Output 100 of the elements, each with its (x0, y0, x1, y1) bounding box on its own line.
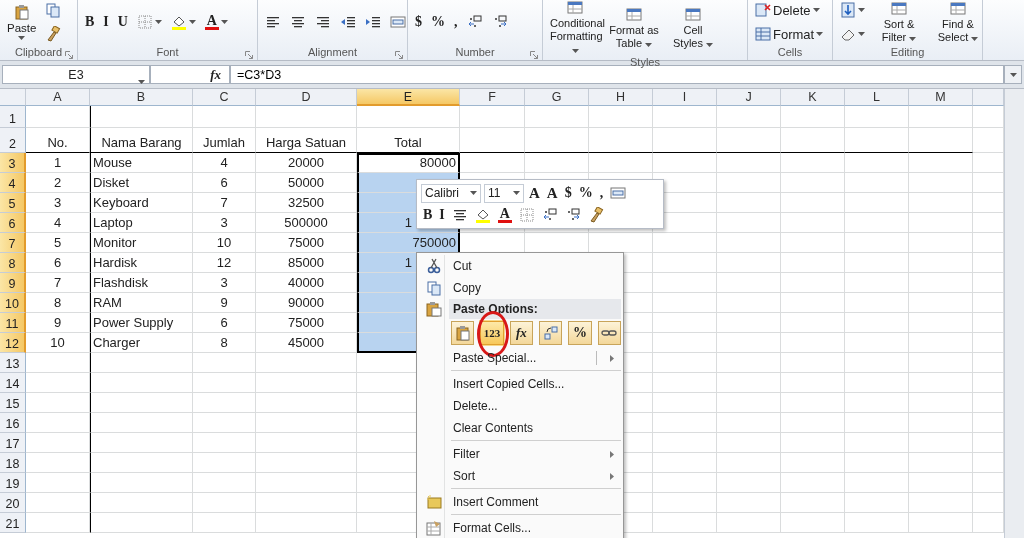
insert-function-button[interactable]: fx (210, 66, 221, 83)
column-header[interactable]: C (193, 89, 256, 106)
dialog-launcher-icon[interactable] (245, 51, 253, 59)
ribbon-button[interactable]: Sort & Filter (871, 0, 927, 44)
row-header[interactable]: 10 (0, 293, 26, 313)
row-header[interactable]: 13 (0, 353, 26, 373)
row-header[interactable]: 8 (0, 253, 26, 273)
table-cell: RAM (90, 293, 193, 313)
table-cell: 8 (193, 333, 256, 353)
table-cell: Laptop (90, 213, 193, 233)
row-header[interactable]: 7 (0, 233, 26, 253)
paste-option[interactable]: % (568, 321, 592, 345)
column-header[interactable]: G (525, 89, 589, 106)
toolbar-button[interactable]: $ (412, 12, 425, 32)
ribbon-button[interactable]: Cell Styles (665, 6, 721, 50)
dialog-launcher-icon[interactable] (395, 51, 403, 59)
column-header[interactable]: K (781, 89, 845, 106)
menu-item[interactable]: Sort (419, 465, 621, 487)
chevron-down-icon (1009, 72, 1017, 77)
dialog-launcher-icon[interactable] (65, 51, 73, 59)
column-header[interactable]: H (589, 89, 653, 106)
paste-option[interactable] (539, 321, 563, 345)
column-header[interactable]: M (909, 89, 973, 106)
toolbar-button[interactable]: I (100, 12, 112, 32)
row-header[interactable]: 9 (0, 273, 26, 293)
table-cell (653, 413, 717, 433)
row-header[interactable]: 14 (0, 373, 26, 393)
font-size-field[interactable]: 11 (484, 183, 524, 203)
toolbar-button[interactable]: U (114, 12, 131, 32)
table-cell (781, 413, 845, 433)
row-header[interactable]: 15 (0, 393, 26, 413)
table-cell (193, 106, 256, 128)
row-header[interactable]: 16 (0, 413, 26, 433)
ribbon-button[interactable]: Delete (752, 0, 827, 20)
shrink-font-button[interactable]: A (544, 183, 560, 203)
toolbar-button[interactable]: B (82, 12, 98, 32)
row-header[interactable]: 5 (0, 193, 26, 213)
clipboard-icon (13, 4, 30, 20)
grow-font-button[interactable]: A (527, 183, 542, 203)
row-header[interactable]: 19 (0, 473, 26, 493)
toolbar-button[interactable]: $ (562, 184, 574, 202)
table-cell: No. (26, 128, 90, 153)
column-header[interactable]: I (653, 89, 717, 106)
group-label: Alignment (308, 46, 357, 58)
table-cell (909, 333, 973, 353)
row-header[interactable]: 20 (0, 493, 26, 513)
merge-button[interactable] (608, 184, 629, 202)
row-header[interactable]: 3 (0, 153, 26, 173)
row-header[interactable]: 4 (0, 173, 26, 193)
menu-item[interactable]: Clear Contents (419, 417, 621, 439)
column-header[interactable]: A (26, 89, 90, 106)
paste-option[interactable] (597, 321, 621, 345)
ribbon-button[interactable]: Format as Table (606, 6, 662, 50)
row-header[interactable]: 2 (0, 128, 26, 153)
ribbon-button[interactable]: Format (752, 24, 827, 44)
paste-option[interactable]: fx (509, 321, 533, 345)
table-cell: Power Supply (90, 313, 193, 333)
font-name-field[interactable]: Calibri (421, 183, 481, 203)
paste-button[interactable]: Paste (4, 2, 40, 42)
dec-inc-icon (466, 14, 483, 30)
name-box[interactable]: E3 (2, 65, 150, 84)
dialog-launcher-icon[interactable] (530, 51, 538, 59)
paste-option[interactable] (451, 321, 475, 345)
row-header[interactable]: 18 (0, 453, 26, 473)
column-header[interactable]: L (845, 89, 909, 106)
toolbar-button[interactable]: % (428, 12, 448, 32)
table-cell: 4 (26, 213, 90, 233)
column-header[interactable]: D (256, 89, 357, 106)
row-header[interactable]: 21 (0, 513, 26, 533)
column-header[interactable]: J (717, 89, 781, 106)
table-cell (26, 433, 90, 453)
row-header[interactable]: 1 (0, 106, 26, 128)
table-cell (909, 513, 973, 533)
table-cell (653, 253, 717, 273)
menu-item[interactable]: Delete... (419, 395, 621, 417)
paste-option[interactable]: 123 (480, 321, 504, 345)
column-header[interactable]: B (90, 89, 193, 106)
menu-item[interactable]: Paste Special... (419, 347, 621, 369)
row-header[interactable]: 12 (0, 333, 26, 353)
table-cell (193, 393, 256, 413)
column-header[interactable]: E (357, 89, 460, 106)
table-cell (845, 128, 909, 153)
vertical-scrollbar[interactable] (1004, 89, 1024, 538)
toolbar-button[interactable]: , (451, 12, 461, 32)
table-cell (653, 153, 717, 173)
menu-item[interactable]: Copy (419, 277, 621, 299)
font-color-button[interactable]: A (495, 206, 514, 224)
font-color-button[interactable]: A (201, 12, 231, 32)
column-header[interactable]: F (460, 89, 525, 106)
table-cell: 9 (26, 313, 90, 333)
row-header[interactable]: 11 (0, 313, 26, 333)
ribbon-button[interactable]: Find & Select (930, 0, 986, 44)
toolbar-button[interactable]: , (597, 184, 606, 202)
expand-formula-button[interactable] (1004, 65, 1022, 84)
ribbon-button[interactable]: Conditional Formatting (547, 0, 603, 56)
toolbar-button[interactable]: % (576, 184, 595, 202)
table-cell (845, 453, 909, 473)
row-header[interactable]: 6 (0, 213, 26, 233)
table-cell (26, 373, 90, 393)
row-header[interactable]: 17 (0, 433, 26, 453)
